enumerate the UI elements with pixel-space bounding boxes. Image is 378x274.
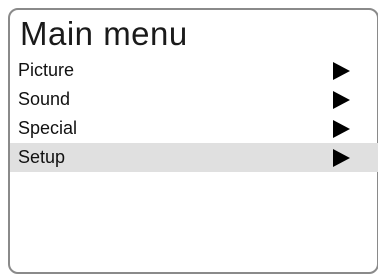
- menu-item-sound[interactable]: Sound: [10, 85, 378, 114]
- menu-item-label: Sound: [18, 89, 71, 109]
- menu-title: Main menu: [20, 15, 188, 52]
- menu-item-label: Picture: [18, 60, 75, 80]
- menu-item-picture[interactable]: Picture: [10, 56, 378, 85]
- menu-item-label: Special: [18, 118, 78, 138]
- menu-item-label: Setup: [18, 147, 66, 167]
- submenu-arrow-icon: [333, 149, 350, 167]
- menu-item-setup[interactable]: Setup: [10, 143, 378, 172]
- menu-item-special[interactable]: Special: [10, 114, 378, 143]
- menu-list: Picture Sound Special Setup: [10, 56, 378, 172]
- submenu-arrow-icon: [333, 120, 350, 138]
- submenu-arrow-icon: [333, 91, 350, 109]
- submenu-arrow-icon: [333, 62, 350, 80]
